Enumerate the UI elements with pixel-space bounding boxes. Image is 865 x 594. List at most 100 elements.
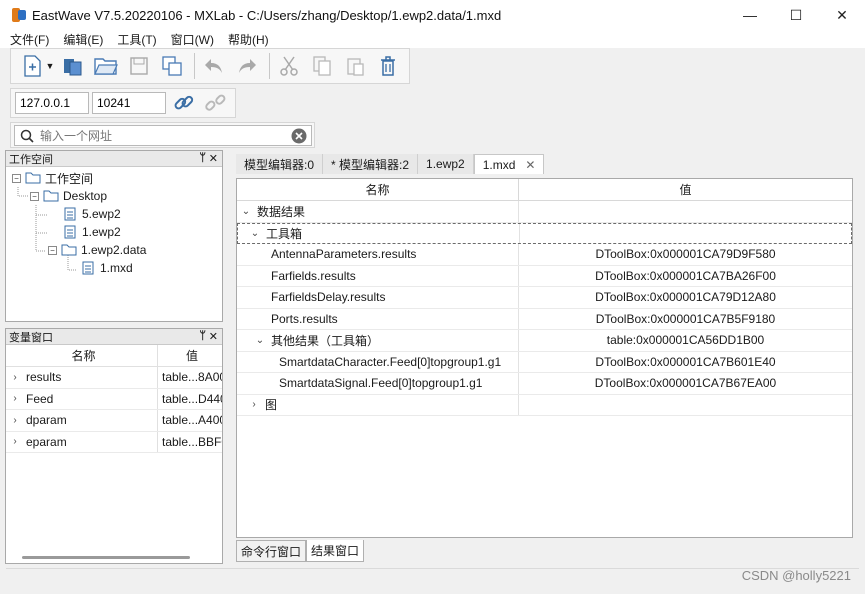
result-row-toolbox[interactable]: ⌄ 工具箱	[237, 222, 852, 244]
column-name-header[interactable]: 名称	[6, 345, 158, 366]
maximize-button[interactable]: ☐	[773, 0, 819, 30]
results-header: 名称 值	[237, 179, 852, 201]
chevron-down-icon[interactable]: ⌄	[241, 206, 251, 217]
tab-model-editor-2[interactable]: * 模型编辑器:2	[323, 154, 419, 174]
delete-icon[interactable]	[375, 53, 401, 79]
result-row-other-results[interactable]: ⌄ 其他结果（工具箱） table:0x000001CA56DD1B00	[237, 330, 852, 352]
variable-value: table...8A00	[162, 370, 222, 385]
result-value	[519, 201, 852, 222]
workspace-panel-title: 工作空间 ᛘ ✕	[6, 151, 222, 167]
tab-1ewp2[interactable]: 1.ewp2	[418, 154, 474, 174]
result-row[interactable]: Farfields.results DToolBox:0x000001CA7BA…	[237, 265, 852, 287]
tree-datafolder[interactable]: − 1.ewp2.data	[48, 241, 146, 259]
variable-row[interactable]: › Feed table...D440	[6, 388, 222, 410]
tree-desktop[interactable]: − Desktop	[30, 187, 107, 205]
variable-name: eparam	[26, 434, 67, 449]
horizontal-scrollbar[interactable]	[22, 556, 190, 559]
toolbar-divider	[194, 53, 195, 79]
tab-label: 1.ewp2	[426, 157, 465, 171]
tree-file-1mxd[interactable]: 1.mxd	[82, 259, 133, 277]
document-tabs: 模型编辑器:0 * 模型编辑器:2 1.ewp2 1.mxd ✕	[236, 154, 545, 174]
tab-model-editor-0[interactable]: 模型编辑器:0	[236, 154, 324, 174]
save-all-icon[interactable]	[159, 53, 185, 79]
collapse-icon[interactable]: −	[30, 191, 39, 201]
variable-value: table...D440	[162, 391, 222, 406]
save-icon[interactable]	[126, 53, 152, 79]
undo-icon[interactable]	[201, 53, 227, 79]
column-name-header[interactable]: 名称	[237, 179, 519, 200]
variable-row[interactable]: › results table...8A00	[6, 367, 222, 389]
result-name: Ports.results	[271, 311, 338, 326]
url-search-box[interactable]: 输入一个网址	[14, 125, 312, 146]
result-row-figures[interactable]: › 图	[237, 394, 852, 416]
open-folder-icon[interactable]	[93, 53, 119, 79]
tab-label: 模型编辑器:0	[244, 157, 315, 172]
variables-header: 名称 值	[6, 345, 222, 367]
folder-icon	[61, 244, 77, 256]
menu-edit[interactable]: 编辑(E)	[63, 31, 103, 48]
tab-label: 1.mxd	[482, 157, 516, 172]
result-row[interactable]: SmartdataCharacter.Feed[0]topgroup1.g1 D…	[237, 351, 852, 373]
pin-icon[interactable]: ᛘ	[199, 330, 206, 342]
results-grid: 名称 值 ⌄ 数据结果 ⌄ 工具箱 AntennaParameters.result…	[236, 178, 853, 538]
close-icon[interactable]: ✕	[209, 152, 218, 165]
redo-icon[interactable]	[234, 53, 260, 79]
minimize-button[interactable]: —	[727, 0, 773, 30]
result-row[interactable]: FarfieldsDelay.results DToolBox:0x000001…	[237, 287, 852, 309]
port-input[interactable]	[92, 92, 166, 114]
tab-results-window[interactable]: 结果窗口	[306, 540, 365, 562]
disconnect-link-icon[interactable]	[204, 90, 229, 116]
tab-1mxd[interactable]: 1.mxd ✕	[473, 154, 545, 174]
result-name: 其他结果（工具箱）	[271, 333, 380, 348]
result-row[interactable]: Ports.results DToolBox:0x000001CA7B5F918…	[237, 308, 852, 330]
tree-file-5ewp2[interactable]: 5.ewp2	[64, 205, 121, 223]
close-icon[interactable]: ✕	[209, 330, 218, 343]
chevron-down-icon[interactable]: ⌄	[255, 335, 265, 346]
result-row[interactable]: AntennaParameters.results DToolBox:0x000…	[237, 244, 852, 266]
menu-window[interactable]: 窗口(W)	[171, 31, 214, 48]
collapse-icon[interactable]: −	[12, 173, 21, 183]
tree-label: Desktop	[63, 189, 108, 203]
tree-file-1ewp2[interactable]: 1.ewp2	[64, 223, 121, 241]
connect-link-icon[interactable]	[172, 90, 197, 116]
result-row-data-results[interactable]: ⌄ 数据结果	[237, 201, 852, 223]
chevron-right-icon[interactable]: ›	[10, 436, 20, 447]
close-tab-icon[interactable]: ✕	[525, 158, 535, 172]
watermark: CSDN @holly5221	[741, 568, 851, 583]
close-window-button[interactable]: ✕	[819, 0, 865, 30]
tab-label: * 模型编辑器:2	[331, 157, 410, 172]
result-value: DToolBox:0x000001CA7B5F9180	[595, 311, 776, 326]
menu-help[interactable]: 帮助(H)	[228, 31, 269, 48]
chevron-right-icon[interactable]: ›	[10, 393, 20, 404]
pin-icon[interactable]: ᛘ	[199, 152, 206, 164]
tab-command-window[interactable]: 命令行窗口	[236, 540, 307, 562]
copy-icon[interactable]	[309, 53, 335, 79]
chevron-down-icon[interactable]: ⌄	[250, 228, 260, 239]
chevron-right-icon[interactable]: ›	[10, 415, 20, 426]
variable-row[interactable]: › dparam table...A400	[6, 410, 222, 432]
app-logo-icon	[12, 8, 26, 22]
chevron-right-icon[interactable]: ›	[10, 372, 20, 383]
result-row[interactable]: SmartdataSignal.Feed[0]topgroup1.g1 DToo…	[237, 373, 852, 395]
result-name: SmartdataCharacter.Feed[0]topgroup1.g1	[279, 354, 502, 369]
collapse-icon[interactable]: −	[48, 245, 57, 255]
paste-icon[interactable]	[342, 53, 368, 79]
url-input-placeholder[interactable]: 输入一个网址	[40, 127, 112, 144]
menu-file[interactable]: 文件(F)	[10, 31, 49, 48]
new-dropdown-icon[interactable]: ▼	[46, 53, 55, 79]
menu-tools[interactable]: 工具(T)	[117, 31, 156, 48]
folder-icon	[25, 172, 41, 184]
host-input[interactable]	[15, 92, 89, 114]
workspace-title: 工作空间	[9, 153, 53, 166]
variable-row[interactable]: › eparam table...BBF0	[6, 431, 222, 453]
new-file-icon[interactable]	[19, 53, 45, 79]
tree-root[interactable]: − 工作空间	[12, 169, 93, 187]
cut-icon[interactable]	[276, 53, 302, 79]
open-project-icon[interactable]	[60, 53, 86, 79]
column-value-header[interactable]: 值	[158, 345, 222, 366]
clear-icon[interactable]	[291, 128, 307, 144]
column-value-header[interactable]: 值	[519, 179, 852, 200]
workspace-panel: 工作空间 ᛘ ✕ − 工作空间 − Desktop 5.ewp2 1.ewp2 …	[5, 150, 223, 322]
chevron-right-icon[interactable]: ›	[249, 399, 259, 410]
main-toolbar: ▼	[10, 48, 410, 84]
